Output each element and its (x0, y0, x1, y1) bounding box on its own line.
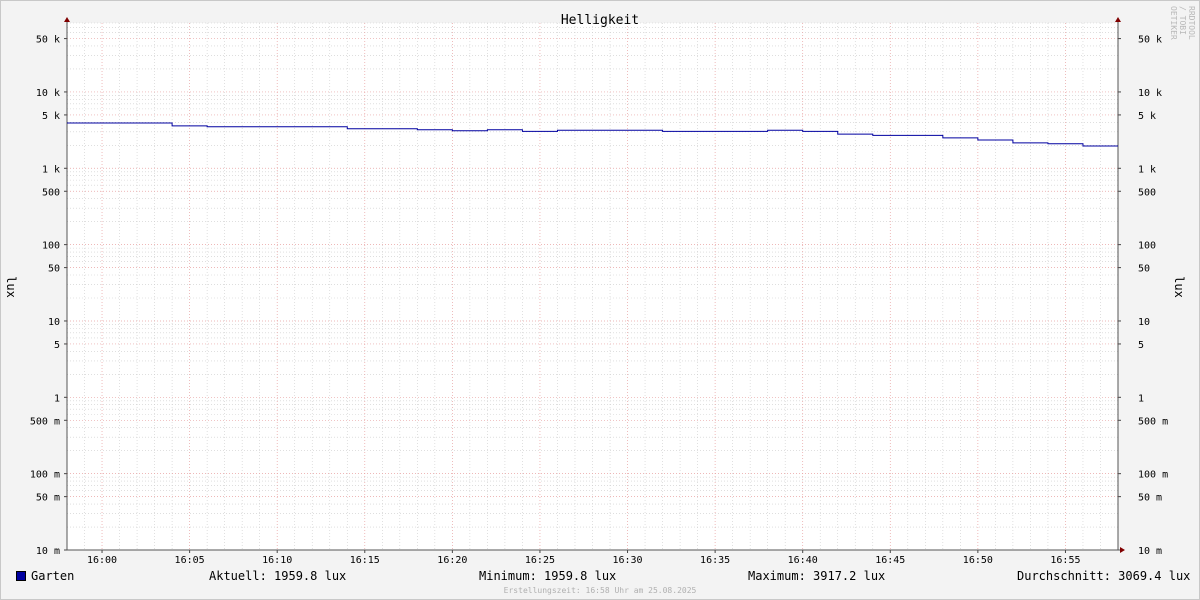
brightness-chart: 50 k 50 k 10 k 10 k 5 k 5 k 1 k 1 k 500 500 100 100… (30, 13, 1168, 566)
x-axis-arrow (1120, 547, 1125, 553)
x-tick-label: 16:10 (262, 555, 292, 566)
x-tick-label: 16:40 (788, 555, 818, 566)
y-tick-label-right: 100 (1138, 241, 1156, 252)
creation-timestamp: Erstellungszeit: 16:58 Uhr am 25.08.2025 (503, 586, 697, 595)
y-tick-label-right: 10 (1138, 317, 1150, 328)
x-tick-label: 16:05 (175, 555, 205, 566)
legend-minimum: Minimum: 1959.8 lux (479, 569, 617, 583)
y-tick-label-right: 50 k (1138, 35, 1162, 46)
x-tick-label: 16:15 (350, 555, 380, 566)
legend-average: Durchschnitt: 3069.4 lux (1017, 569, 1191, 583)
x-tick-label: 16:55 (1050, 555, 1080, 566)
chart-title: Helligkeit (561, 13, 639, 28)
x-tick-label: 16:35 (700, 555, 730, 566)
y-tick-label-right: 50 m (1138, 493, 1162, 504)
y-tick-label-right: 500 (1138, 187, 1156, 198)
y-tick-label-left: 1 (54, 393, 60, 404)
x-tick-label: 16:30 (612, 555, 642, 566)
y-tick-label-left: 500 m (30, 416, 60, 427)
x-tick-label: 16:00 (87, 555, 117, 566)
y-axis-arrow-left (64, 17, 70, 22)
y-tick-label-right: 10 k (1138, 88, 1162, 99)
y-axis-arrow-right (1115, 17, 1121, 22)
y-tick-label-left: 100 m (30, 470, 60, 481)
y-tick-label-left: 1 k (42, 164, 60, 175)
y-tick-label-left: 5 k (42, 111, 60, 122)
y-tick-label-right: 5 k (1138, 111, 1156, 122)
y-tick-label-right: 100 m (1138, 470, 1168, 481)
y-tick-label-left: 10 (48, 317, 60, 328)
legend-maximum: Maximum: 3917.2 lux (748, 569, 886, 583)
x-tick-label: 16:20 (437, 555, 467, 566)
y-tick-label-right: 1 (1138, 393, 1144, 404)
y-tick-label-right: 10 m (1138, 546, 1162, 557)
x-tick-label: 16:25 (525, 555, 555, 566)
legend-swatch-garten (16, 571, 26, 581)
y-tick-label-right: 50 (1138, 264, 1150, 275)
y-axis-label-right: lux (1172, 276, 1186, 298)
y-tick-label-left: 50 k (36, 35, 60, 46)
legend-series-name: Garten (31, 569, 75, 583)
y-tick-label-right: 1 k (1138, 164, 1156, 175)
y-tick-label-left: 10 k (36, 88, 60, 99)
x-tick-label: 16:45 (875, 555, 905, 566)
x-tick-label: 16:50 (963, 555, 993, 566)
y-tick-label-left: 50 m (36, 493, 60, 504)
y-axis-label-left: lux (4, 276, 18, 298)
legend-current: Aktuell: 1959.8 lux (209, 569, 347, 583)
chart-canvas: 50 k 50 k 10 k 10 k 5 k 5 k 1 k 1 k 500 500 100 100… (0, 0, 1200, 600)
rrdtool-watermark: RRDTOOL / TOBI OETIKER (1169, 6, 1196, 40)
y-tick-label-left: 100 (42, 241, 60, 252)
y-tick-label-right: 500 m (1138, 416, 1168, 427)
y-tick-label-left: 10 m (36, 546, 60, 557)
y-tick-label-left: 5 (54, 340, 60, 351)
y-tick-label-left: 50 (48, 264, 60, 275)
y-tick-label-left: 500 (42, 187, 60, 198)
y-tick-label-right: 5 (1138, 340, 1144, 351)
